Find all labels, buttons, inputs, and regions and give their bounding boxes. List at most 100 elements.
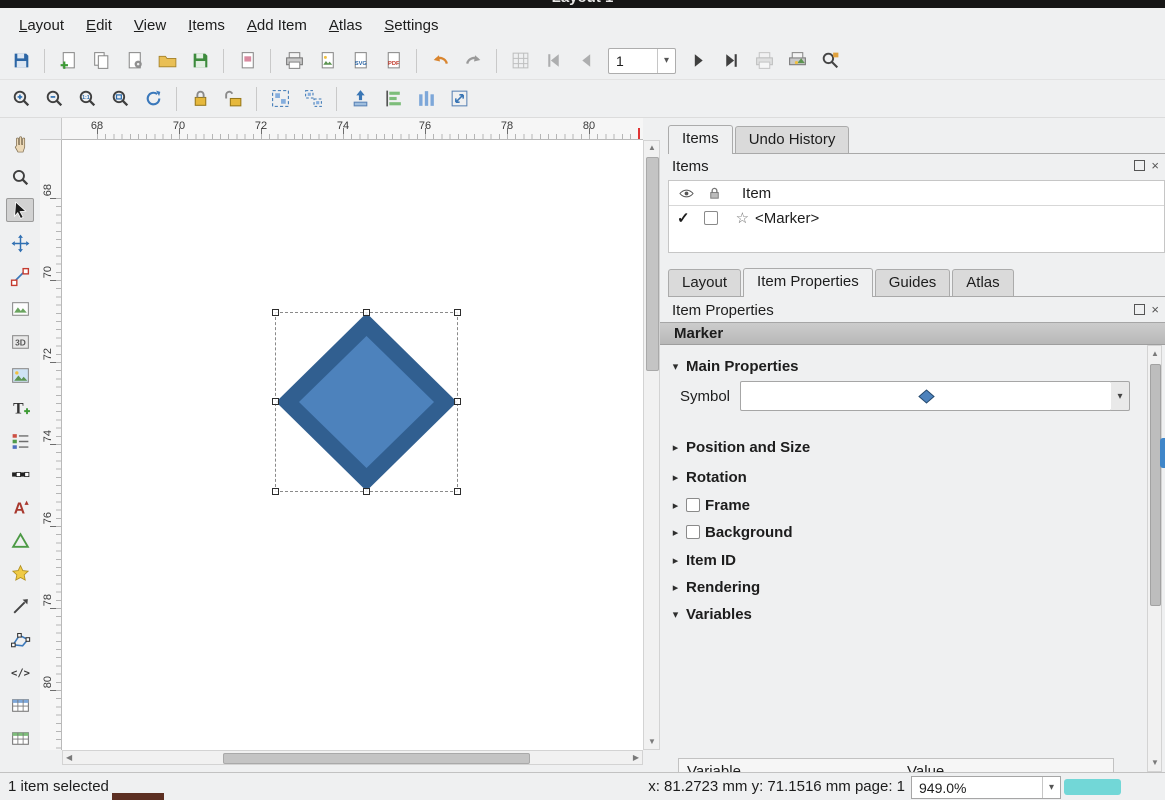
visibility-checkmark-icon[interactable]: ✓ [677, 209, 690, 227]
menu-settings[interactable]: Settings [373, 12, 449, 39]
first-feature-button[interactable] [538, 46, 568, 76]
move-item-content-tool[interactable] [6, 231, 34, 255]
add-3d-map-tool[interactable]: 3D [6, 330, 34, 354]
atlas-settings-button[interactable] [815, 46, 845, 76]
add-attribute-table-tool[interactable] [6, 693, 34, 717]
next-feature-button[interactable] [683, 46, 713, 76]
menu-atlas[interactable]: Atlas [318, 12, 373, 39]
lock-selected-items-button[interactable] [185, 84, 215, 114]
add-marker-tool[interactable] [6, 561, 34, 585]
float-panel-icon[interactable] [1134, 304, 1145, 315]
export-as-image-button[interactable] [312, 46, 342, 76]
zoom-actual-size-button[interactable]: 1:1 [72, 84, 102, 114]
layout-manager-button[interactable] [119, 46, 149, 76]
resize-selected-items-button[interactable] [444, 84, 474, 114]
tab-layout[interactable]: Layout [668, 269, 741, 296]
frame-checkbox[interactable] [686, 498, 700, 512]
edit-nodes-item-tool[interactable] [6, 264, 34, 288]
scroll-right-icon[interactable]: ▶ [633, 754, 639, 762]
zoom-tool[interactable] [6, 165, 34, 189]
scroll-left-icon[interactable]: ◀ [66, 754, 72, 762]
scroll-up-icon[interactable]: ▲ [1151, 350, 1159, 358]
zoom-out-button[interactable] [39, 84, 69, 114]
marker-item[interactable] [275, 312, 458, 492]
distribute-selected-items-button[interactable] [411, 84, 441, 114]
canvas-horizontal-scrollbar[interactable]: ◀ ▶ [62, 750, 643, 765]
export-as-pdf-button[interactable]: PDF [378, 46, 408, 76]
add-picture-tool[interactable] [6, 363, 34, 387]
pan-layout-tool[interactable] [6, 132, 34, 156]
save-as-template-button[interactable] [185, 46, 215, 76]
load-from-template-button[interactable] [152, 46, 182, 76]
add-shape-tool[interactable] [6, 528, 34, 552]
new-layout-button[interactable] [53, 46, 83, 76]
unlock-all-items-button[interactable] [218, 84, 248, 114]
add-scale-bar-tool[interactable] [6, 462, 34, 486]
scroll-up-icon[interactable]: ▲ [648, 144, 656, 152]
add-north-arrow-tool[interactable]: A [6, 495, 34, 519]
tab-item-properties[interactable]: Item Properties [743, 268, 873, 297]
zoom-in-button[interactable] [6, 84, 36, 114]
section-background[interactable]: ▸ Background [670, 521, 793, 543]
add-fixed-table-tool[interactable] [6, 726, 34, 750]
last-feature-button[interactable] [716, 46, 746, 76]
zoom-full-button[interactable] [105, 84, 135, 114]
preview-atlas-button[interactable] [505, 46, 535, 76]
scroll-down-icon[interactable]: ▼ [648, 738, 656, 746]
section-item-id[interactable]: ▸ Item ID [670, 549, 736, 571]
print-layout-button[interactable] [279, 46, 309, 76]
add-html-tool[interactable]: </> [6, 660, 34, 684]
close-panel-icon[interactable]: × [1151, 305, 1159, 315]
tab-atlas[interactable]: Atlas [952, 269, 1013, 296]
print-atlas-button[interactable] [749, 46, 779, 76]
select-move-item-tool[interactable] [6, 198, 34, 222]
hidden-dock-indicator[interactable] [1160, 438, 1165, 468]
canvas-vertical-scrollbar[interactable]: ▲ ▼ [643, 140, 660, 750]
tab-undo-history[interactable]: Undo History [735, 126, 850, 153]
tab-items[interactable]: Items [668, 125, 733, 154]
symbol-selector[interactable]: ▾ [740, 381, 1112, 411]
add-map-tool[interactable] [6, 297, 34, 321]
item-row-marker[interactable]: ✓ ☆ <Marker> [669, 206, 1164, 230]
chevron-down-icon[interactable]: ▾ [1111, 381, 1130, 411]
ungroup-items-button[interactable] [298, 84, 328, 114]
scroll-down-icon[interactable]: ▼ [1151, 759, 1159, 767]
section-variables[interactable]: ▾ Variables [670, 603, 752, 625]
duplicate-layout-button[interactable] [86, 46, 116, 76]
lock-checkbox[interactable] [704, 211, 718, 225]
undo-button[interactable] [425, 46, 455, 76]
export-atlas-button[interactable] [782, 46, 812, 76]
section-main-properties[interactable]: ▾ Main Properties [670, 355, 799, 377]
section-frame[interactable]: ▸ Frame [670, 494, 750, 516]
menu-items[interactable]: Items [177, 12, 236, 39]
properties-scroll-thumb[interactable] [1150, 364, 1161, 606]
vertical-scroll-thumb[interactable] [646, 157, 659, 371]
previous-feature-button[interactable] [571, 46, 601, 76]
section-rendering[interactable]: ▸ Rendering [670, 576, 760, 598]
menu-view[interactable]: View [123, 12, 177, 39]
raise-selected-items-button[interactable] [345, 84, 375, 114]
group-items-button[interactable] [265, 84, 295, 114]
refresh-view-button[interactable] [138, 84, 168, 114]
horizontal-scroll-thumb[interactable] [223, 753, 530, 764]
float-panel-icon[interactable] [1134, 160, 1145, 171]
chevron-down-icon[interactable]: ▾ [657, 49, 675, 73]
redo-button[interactable] [458, 46, 488, 76]
atlas-page-combo[interactable]: 1 ▾ [608, 48, 676, 74]
tab-guides[interactable]: Guides [875, 269, 951, 296]
layout-canvas-page[interactable] [62, 140, 643, 750]
menu-layout[interactable]: Layout [8, 12, 75, 39]
add-legend-tool[interactable] [6, 429, 34, 453]
add-node-item-tool[interactable] [6, 627, 34, 651]
menu-add-item[interactable]: Add Item [236, 12, 318, 39]
menu-edit[interactable]: Edit [75, 12, 123, 39]
chevron-down-icon[interactable]: ▾ [1042, 777, 1060, 798]
add-arrow-tool[interactable] [6, 594, 34, 618]
align-selected-items-button[interactable] [378, 84, 408, 114]
section-rotation[interactable]: ▸ Rotation [670, 466, 747, 488]
section-position-and-size[interactable]: ▸ Position and Size [670, 436, 810, 458]
properties-scrollbar[interactable]: ▲ ▼ [1147, 345, 1162, 772]
save-project-button[interactable] [6, 46, 36, 76]
zoom-level-combo[interactable]: 949.0% ▾ [911, 776, 1061, 799]
add-label-tool[interactable]: T [6, 396, 34, 420]
